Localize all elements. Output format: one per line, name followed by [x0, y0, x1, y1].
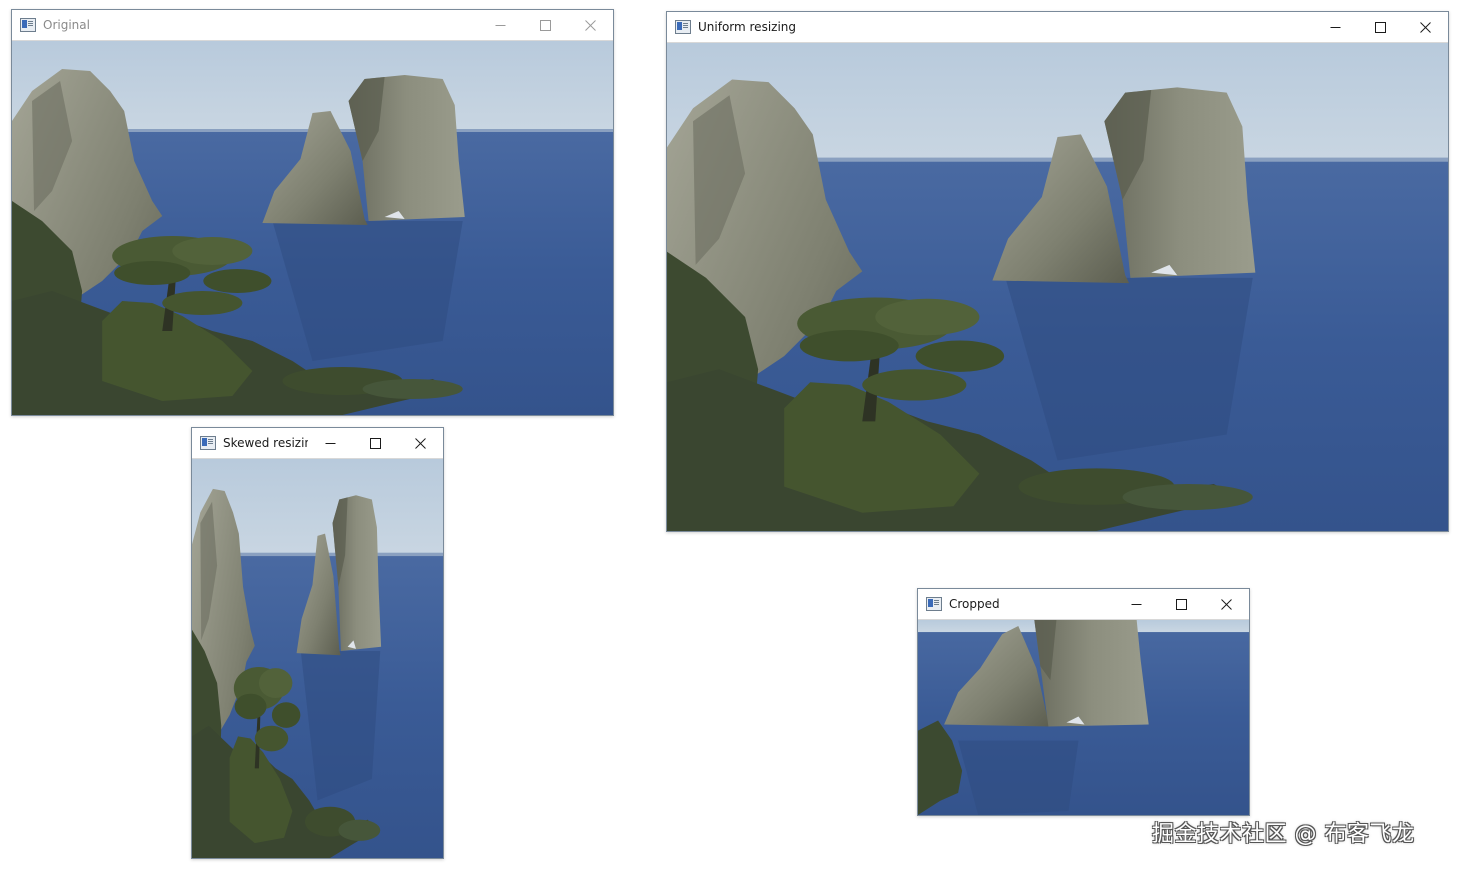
image-view[interactable]	[918, 620, 1249, 815]
minimize-button[interactable]	[478, 10, 523, 40]
opencv-window-icon	[20, 18, 36, 32]
window-controls	[478, 10, 613, 40]
original-window[interactable]: Original	[11, 9, 614, 416]
maximize-icon	[1375, 21, 1386, 33]
minimize-icon	[495, 24, 506, 26]
close-icon	[1221, 598, 1232, 610]
minimize-button[interactable]	[1313, 12, 1358, 42]
close-icon	[1420, 21, 1431, 33]
cropped-window[interactable]: Cropped	[917, 588, 1250, 816]
maximize-button[interactable]	[523, 10, 568, 40]
cropped-titlebar[interactable]: Cropped	[918, 589, 1249, 620]
maximize-button[interactable]	[353, 428, 398, 458]
window-title: Cropped	[949, 597, 1000, 611]
window-controls	[1313, 12, 1448, 42]
minimize-icon	[1330, 26, 1341, 28]
cropped-sea-stacks-image	[918, 620, 1249, 815]
opencv-window-icon	[675, 20, 691, 34]
minimize-button[interactable]	[1114, 589, 1159, 619]
coastline-image	[667, 43, 1448, 531]
close-button[interactable]	[398, 428, 443, 458]
close-button[interactable]	[1403, 12, 1448, 42]
window-title: Original	[43, 18, 90, 32]
skewed-resizing-window[interactable]: Skewed resizing	[191, 427, 444, 859]
coastline-image	[192, 459, 443, 858]
maximize-button[interactable]	[1358, 12, 1403, 42]
opencv-window-icon	[926, 597, 942, 611]
maximize-button[interactable]	[1159, 589, 1204, 619]
image-view[interactable]	[667, 43, 1448, 531]
skewed-titlebar[interactable]: Skewed resizing	[192, 428, 443, 459]
coastline-image	[12, 41, 613, 415]
image-view[interactable]	[12, 41, 613, 415]
window-title: Skewed resizing	[223, 436, 308, 450]
window-title: Uniform resizing	[698, 20, 797, 34]
minimize-button[interactable]	[308, 428, 353, 458]
window-controls	[308, 428, 443, 458]
close-icon	[585, 19, 596, 31]
maximize-icon	[1176, 598, 1187, 610]
minimize-icon	[1131, 603, 1142, 605]
original-titlebar[interactable]: Original	[12, 10, 613, 41]
maximize-icon	[540, 19, 551, 31]
close-icon	[415, 437, 426, 449]
uniform-titlebar[interactable]: Uniform resizing	[667, 12, 1448, 43]
opencv-window-icon	[200, 436, 216, 450]
watermark-text: 掘金技术社区 @ 布客飞龙	[1152, 822, 1415, 847]
image-view[interactable]	[192, 459, 443, 858]
close-button[interactable]	[1204, 589, 1249, 619]
maximize-icon	[370, 437, 381, 449]
window-controls	[1114, 589, 1249, 619]
minimize-icon	[325, 442, 336, 444]
close-button[interactable]	[568, 10, 613, 40]
uniform-resizing-window[interactable]: Uniform resizing	[666, 11, 1449, 532]
